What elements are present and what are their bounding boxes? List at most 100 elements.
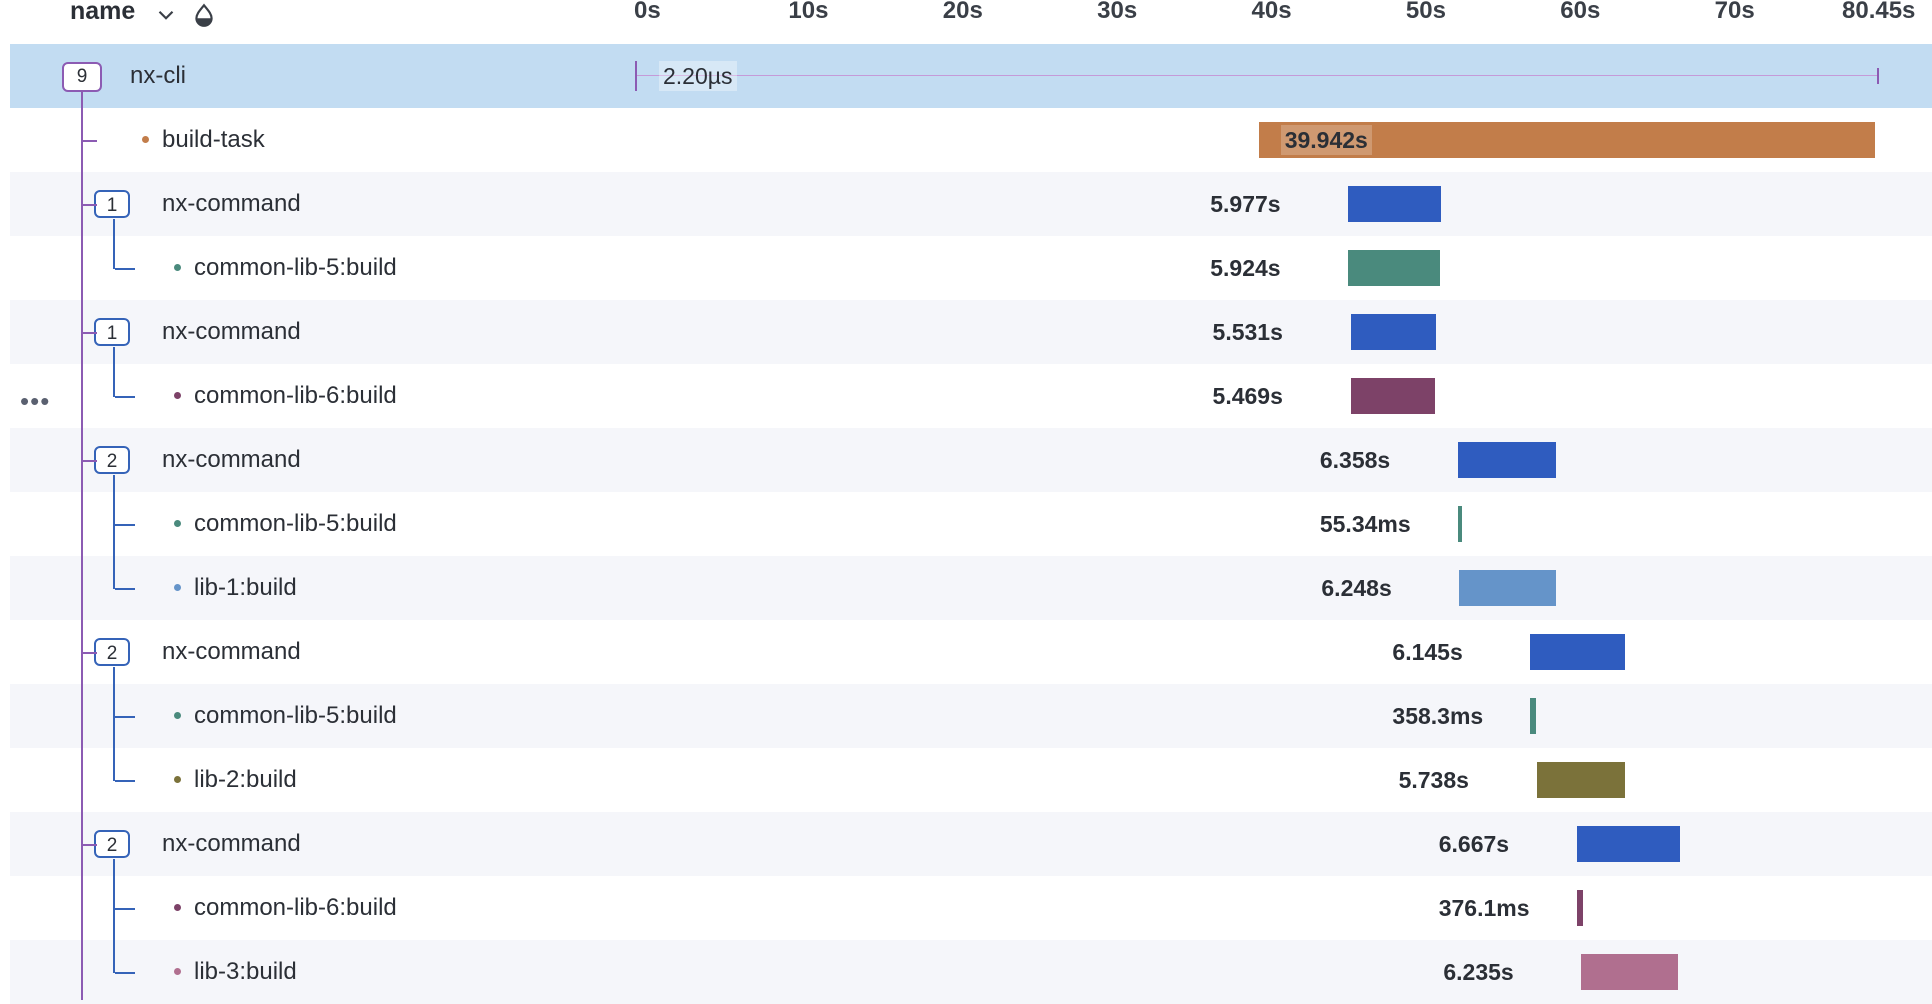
span-row[interactable]: 1 nx-command 5.977s xyxy=(10,172,1932,236)
span-row[interactable]: lib-2:build 5.738s xyxy=(10,748,1932,812)
span-duration-bar[interactable] xyxy=(1581,954,1678,990)
span-dot xyxy=(174,904,181,911)
root-span-line xyxy=(635,75,1877,76)
span-row-root[interactable]: 9 nx-cli 2.20µs xyxy=(10,44,1932,108)
span-duration-bar[interactable] xyxy=(1576,890,1583,926)
span-name: nx-command xyxy=(162,638,301,665)
span-name: nx-command xyxy=(162,446,301,473)
span-duration-bar[interactable] xyxy=(1348,186,1441,222)
span-name: nx-command xyxy=(162,190,301,217)
span-duration-bar[interactable] xyxy=(1459,570,1556,606)
child-count-badge[interactable]: 1 xyxy=(94,318,130,346)
child-count-badge[interactable]: 1 xyxy=(94,190,130,218)
tree-connector xyxy=(115,908,135,910)
tree-connector xyxy=(113,667,115,781)
axis-tick-label: 40s xyxy=(1251,0,1292,24)
span-name: lib-1:build xyxy=(194,574,297,601)
span-row[interactable]: lib-1:build 6.248s xyxy=(10,556,1932,620)
child-count-badge[interactable]: 2 xyxy=(94,638,130,666)
span-row[interactable]: 2 nx-command 6.145s xyxy=(10,620,1932,684)
tree-connector xyxy=(115,268,135,270)
span-duration-label: 5.469s xyxy=(1212,383,1283,409)
axis-tick-label: 10s xyxy=(788,0,829,24)
span-duration-label: 5.531s xyxy=(1212,319,1283,345)
span-name: common-lib-5:build xyxy=(194,254,397,281)
span-dot xyxy=(142,136,149,143)
span-duration-label: 376.1ms xyxy=(1438,895,1530,921)
span-name: common-lib-6:build xyxy=(194,894,397,921)
span-duration-bar[interactable] xyxy=(1576,826,1680,862)
tree-connector xyxy=(113,475,115,589)
span-dot xyxy=(174,776,181,783)
span-duration-label: 6.235s xyxy=(1443,959,1514,985)
span-row[interactable]: common-lib-6:build 5.469s xyxy=(10,364,1932,428)
chevron-down-icon[interactable] xyxy=(153,2,179,28)
span-row[interactable]: common-lib-5:build 55.34ms xyxy=(10,492,1932,556)
span-duration-label: 5.738s xyxy=(1398,767,1469,793)
span-duration-label: 55.34ms xyxy=(1319,511,1411,537)
tree-connector xyxy=(115,972,135,974)
span-row[interactable]: 2 nx-command 6.358s xyxy=(10,428,1932,492)
axis-tick-label: 70s xyxy=(1714,0,1755,24)
tree-connector xyxy=(83,204,97,206)
span-name: nx-command xyxy=(162,318,301,345)
span-duration-bar[interactable] xyxy=(1457,506,1462,542)
span-row[interactable]: common-lib-5:build 5.924s xyxy=(10,236,1932,300)
span-duration-bar[interactable] xyxy=(1530,634,1626,670)
span-name: nx-command xyxy=(162,830,301,857)
span-name: lib-2:build xyxy=(194,766,297,793)
span-duration-label: 39.942s xyxy=(1280,125,1372,155)
name-column-header[interactable]: name xyxy=(70,0,135,26)
span-duration-label: 6.145s xyxy=(1392,639,1463,665)
tree-connector xyxy=(113,219,115,269)
axis-tick-label: 60s xyxy=(1560,0,1601,24)
tree-connector xyxy=(115,524,135,526)
tree-connector xyxy=(83,844,97,846)
tree-connector xyxy=(81,92,83,1000)
span-duration-bar[interactable] xyxy=(635,61,639,91)
span-duration-bar[interactable] xyxy=(1457,442,1556,478)
span-name: common-lib-5:build xyxy=(194,702,397,729)
axis-tick-label: 0s xyxy=(634,0,661,24)
tree-connector xyxy=(115,588,135,590)
drop-icon[interactable] xyxy=(191,2,217,28)
axis-tick-label: 50s xyxy=(1405,0,1446,24)
child-count-badge[interactable]: 2 xyxy=(94,446,130,474)
span-duration-label: 5.977s xyxy=(1210,191,1281,217)
span-duration-label: 2.20µs xyxy=(659,61,737,91)
child-count-badge[interactable]: 9 xyxy=(62,62,102,92)
span-name: nx-cli xyxy=(130,62,187,89)
span-row[interactable]: common-lib-5:build 358.3ms xyxy=(10,684,1932,748)
span-dot xyxy=(174,968,181,975)
span-dot xyxy=(174,584,181,591)
span-dot xyxy=(174,392,181,399)
span-duration-label: 5.924s xyxy=(1210,255,1281,281)
span-row[interactable]: 1 nx-command 5.531s xyxy=(10,300,1932,364)
tree-connector xyxy=(83,460,97,462)
span-row[interactable]: build-task 39.942s xyxy=(10,108,1932,172)
child-count-badge[interactable]: 2 xyxy=(94,830,130,858)
span-name: common-lib-5:build xyxy=(194,510,397,537)
tree-connector xyxy=(113,347,115,397)
axis-tick-label: 80.45s xyxy=(1842,0,1916,24)
tree-connector xyxy=(83,332,97,334)
tree-connector xyxy=(115,780,135,782)
span-duration-bar[interactable] xyxy=(1530,698,1536,734)
span-dot xyxy=(174,264,181,271)
tree-connector xyxy=(115,396,135,398)
tree-connector xyxy=(83,140,97,142)
span-name: build-task xyxy=(162,126,265,153)
span-duration-bar[interactable] xyxy=(1350,378,1435,414)
span-name: lib-3:build xyxy=(194,958,297,985)
span-duration-label: 6.358s xyxy=(1319,447,1391,473)
span-duration-bar[interactable] xyxy=(1348,250,1440,286)
tree-connector xyxy=(83,652,97,654)
span-dot xyxy=(174,712,181,719)
span-row[interactable]: lib-3:build 6.235s xyxy=(10,940,1932,1004)
span-duration-bar[interactable] xyxy=(1350,314,1436,350)
root-span-end xyxy=(1877,68,1879,84)
span-duration-bar[interactable] xyxy=(1536,762,1626,798)
span-row[interactable]: 2 nx-command 6.667s xyxy=(10,812,1932,876)
span-row[interactable]: common-lib-6:build 376.1ms xyxy=(10,876,1932,940)
more-options-icon[interactable]: ••• xyxy=(20,386,50,417)
